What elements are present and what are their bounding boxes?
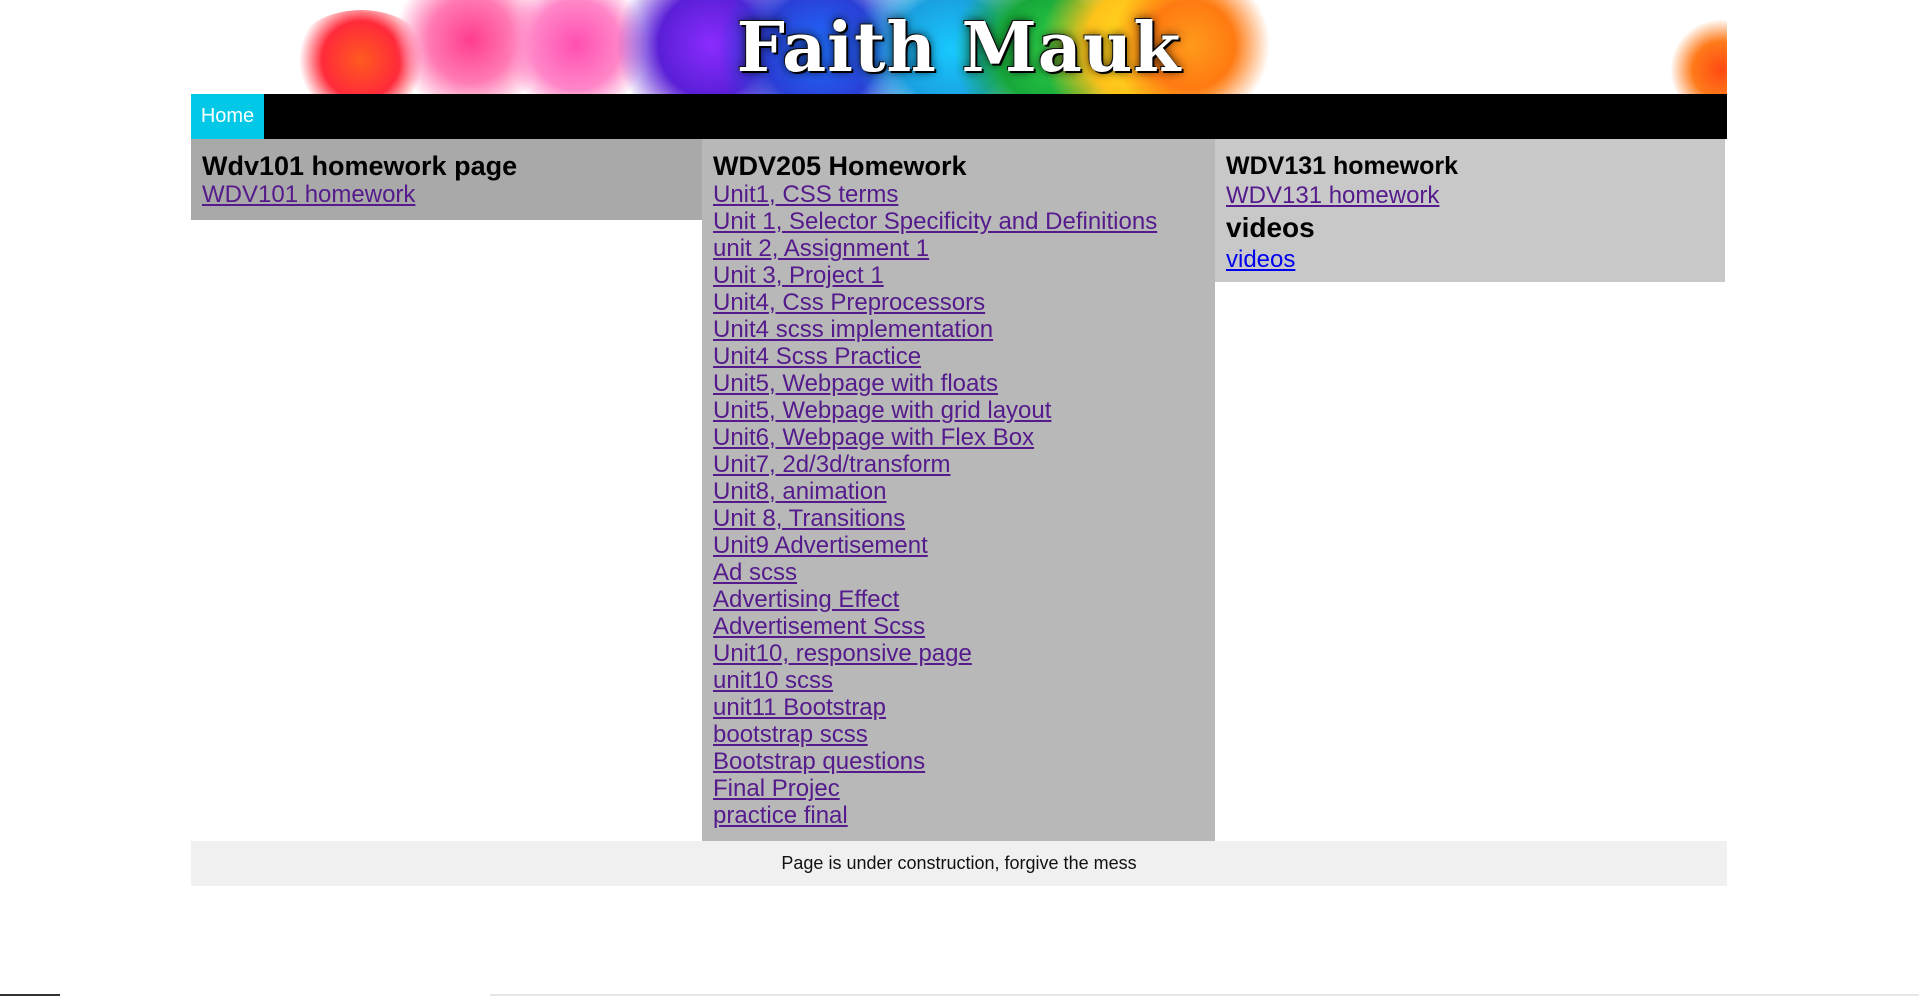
wdv205-link[interactable]: Unit 8, Transitions <box>713 505 1204 532</box>
nav-home-link[interactable]: Home <box>191 94 264 139</box>
wdv131-heading: WDV131 homework <box>1226 152 1459 180</box>
wdv205-link[interactable]: Unit4, Css Preprocessors <box>713 289 1204 316</box>
wdv205-link[interactable]: unit11 Bootstrap <box>713 694 1204 721</box>
wdv205-link[interactable]: Unit4 Scss Practice <box>713 343 1204 370</box>
wdv205-link[interactable]: Unit9 Advertisement <box>713 532 1204 559</box>
wdv205-link[interactable]: Unit5, Webpage with grid layout <box>713 397 1204 424</box>
wdv205-link[interactable]: Final Projec <box>713 775 1204 802</box>
wdv205-link[interactable]: Unit8, animation <box>713 478 1204 505</box>
wdv205-link[interactable]: unit10 scss <box>713 667 1204 694</box>
wdv205-link[interactable]: Unit4 scss implementation <box>713 316 1204 343</box>
wdv205-link[interactable]: Unit1, CSS terms <box>713 181 1204 208</box>
wdv101-heading: Wdv101 homework page <box>202 151 518 181</box>
wdv205-link[interactable]: Advertisement Scss <box>713 613 1204 640</box>
wdv205-link[interactable]: Unit 3, Project 1 <box>713 262 1204 289</box>
wdv205-link[interactable]: bootstrap scss <box>713 721 1204 748</box>
wdv205-column: WDV205 Homework Unit1, CSS terms Unit 1,… <box>702 139 1215 841</box>
site-title: Faith Mauk <box>736 8 1182 88</box>
videos-link[interactable]: videos <box>1226 245 1714 275</box>
page: Faith Mauk Home Wdv101 homework page WDV… <box>0 0 1919 996</box>
wdv205-link[interactable]: Unit 1, Selector Specificity and Definit… <box>713 208 1204 235</box>
wdv205-link[interactable]: Bootstrap questions <box>713 748 1204 775</box>
videos-heading: videos <box>1226 212 1315 243</box>
site-container: Faith Mauk Home Wdv101 homework page WDV… <box>191 0 1727 886</box>
wdv205-link[interactable]: unit 2, Assignment 1 <box>713 235 1204 262</box>
wdv205-link[interactable]: Unit10, responsive page <box>713 640 1204 667</box>
wdv205-heading: WDV205 Homework <box>713 151 967 181</box>
wdv101-homework-link[interactable]: WDV101 homework <box>202 181 691 208</box>
wdv205-link[interactable]: Unit6, Webpage with Flex Box <box>713 424 1204 451</box>
wdv205-link[interactable]: Ad scss <box>713 559 1204 586</box>
footer-text: Page is under construction, forgive the … <box>781 853 1137 873</box>
wdv101-column: Wdv101 homework page WDV101 homework <box>191 139 702 220</box>
wdv205-link[interactable]: Unit7, 2d/3d/transform <box>713 451 1204 478</box>
wdv205-link[interactable]: Advertising Effect <box>713 586 1204 613</box>
wdv205-link[interactable]: Unit5, Webpage with floats <box>713 370 1204 397</box>
header-banner: Faith Mauk <box>191 0 1727 94</box>
wdv131-homework-link[interactable]: WDV131 homework <box>1226 181 1714 211</box>
navbar: Home <box>191 94 1727 139</box>
wdv131-column: WDV131 homework WDV131 homework videos v… <box>1215 139 1725 282</box>
content-columns: Wdv101 homework page WDV101 homework WDV… <box>191 139 1727 841</box>
wdv205-link[interactable]: practice final <box>713 802 1204 829</box>
footer: Page is under construction, forgive the … <box>191 841 1727 886</box>
